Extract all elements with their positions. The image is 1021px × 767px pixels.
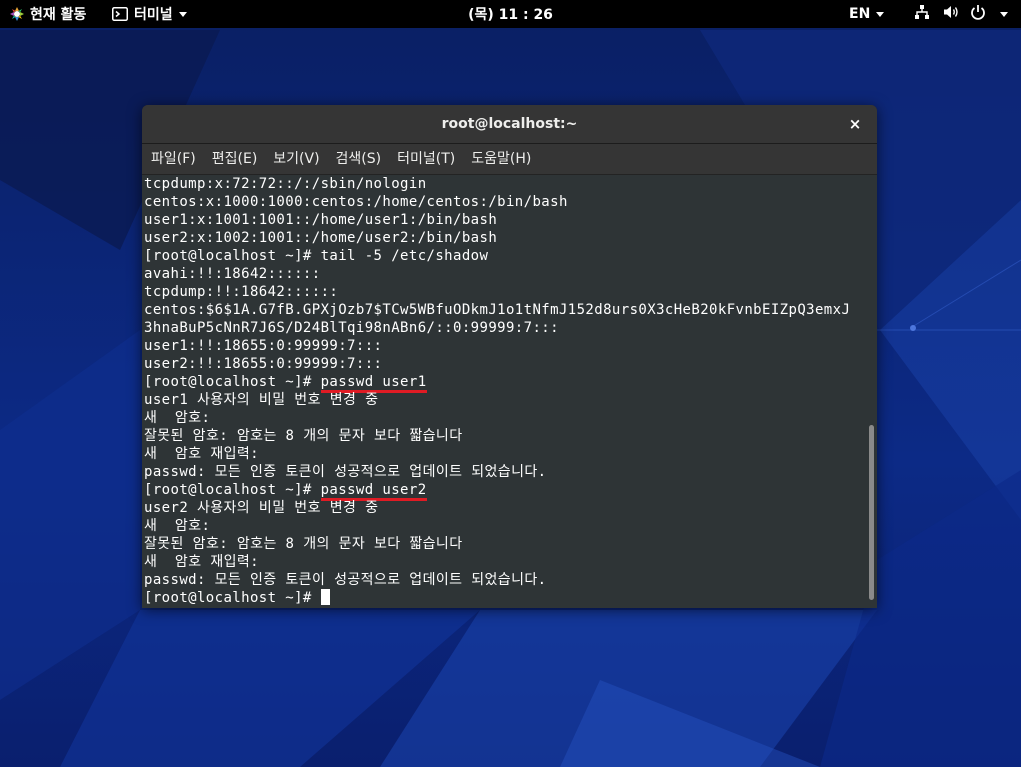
- window-titlebar[interactable]: root@localhost:~ ×: [142, 105, 877, 144]
- terminal-line: 3hnaBuP5cNnR7J6S/D24BlTqi98nABn6/::0:999…: [144, 320, 559, 336]
- terminal-line: tcpdump:x:72:72::/:/sbin/nologin: [144, 176, 427, 192]
- terminal-icon: [112, 7, 128, 21]
- terminal-line: 새 암호 재입력:: [144, 554, 259, 570]
- scrollbar[interactable]: [868, 175, 876, 608]
- terminal-line: user1 사용자의 비밀 번호 변경 중: [144, 392, 379, 408]
- terminal-line: 새 암호:: [144, 410, 211, 426]
- menu-help[interactable]: 도움말(H): [463, 144, 539, 174]
- prompt-line: [root@localhost ~]#: [144, 589, 868, 607]
- terminal-line: 잘못된 암호: 암호는 8 개의 문자 보다 짧습니다: [144, 536, 463, 552]
- terminal-line: 잘못된 암호: 암호는 8 개의 문자 보다 짧습니다: [144, 428, 463, 444]
- language-selector[interactable]: EN: [849, 0, 885, 28]
- menu-view[interactable]: 보기(V): [265, 144, 327, 174]
- terminal-output[interactable]: tcpdump:x:72:72::/:/sbin/nologin centos:…: [142, 175, 877, 608]
- menu-search[interactable]: 검색(S): [328, 144, 390, 174]
- chevron-down-icon: [876, 11, 885, 17]
- prompt: [root@localhost ~]#: [144, 374, 321, 390]
- terminal-line: centos:$6$1A.G7fB.GPXjOzb7$TCw5WBfuODkmJ…: [144, 302, 851, 318]
- menu-terminal[interactable]: 터미널(T): [389, 144, 463, 174]
- close-icon: ×: [848, 115, 862, 133]
- text-cursor: [320, 589, 330, 605]
- chevron-down-icon: [178, 11, 187, 17]
- desktop: 현재 활동 터미널 (목) 11 : 26 EN root@localhost:…: [0, 0, 1021, 767]
- app-menu-button[interactable]: 터미널: [112, 0, 187, 28]
- top-bar: 현재 활동 터미널 (목) 11 : 26 EN: [0, 0, 1021, 28]
- activities-label: 현재 활동: [30, 7, 87, 23]
- activities-icon: [10, 7, 24, 21]
- prompt-line: [root@localhost ~]# passwd user2: [144, 481, 868, 501]
- terminal-line: user2:x:1002:1001::/home/user2:/bin/bash: [144, 230, 498, 246]
- prompt-line: [root@localhost ~]# passwd user1: [144, 373, 868, 393]
- network-icon: [914, 4, 930, 24]
- chevron-down-icon: [1000, 11, 1008, 17]
- terminal-line: user1:x:1001:1001::/home/user1:/bin/bash: [144, 212, 498, 228]
- language-label: EN: [849, 6, 871, 22]
- menu-bar: 파일(F) 편집(E) 보기(V) 검색(S) 터미널(T) 도움말(H): [142, 144, 877, 175]
- prompt: [root@localhost ~]#: [144, 590, 321, 606]
- terminal-line: user2 사용자의 비밀 번호 변경 중: [144, 500, 379, 516]
- prompt: [root@localhost ~]#: [144, 482, 321, 498]
- window-title: root@localhost:~: [441, 116, 578, 132]
- terminal-line: 새 암호:: [144, 518, 211, 534]
- power-menu[interactable]: [970, 0, 1008, 28]
- volume-icon: [943, 4, 960, 24]
- network-indicator[interactable]: [914, 0, 930, 28]
- terminal-line: [root@localhost ~]# tail -5 /etc/shadow: [144, 248, 489, 264]
- volume-indicator[interactable]: [943, 0, 960, 28]
- menu-file[interactable]: 파일(F): [142, 144, 204, 174]
- terminal-line: 새 암호 재입력:: [144, 446, 259, 462]
- activities-button[interactable]: 현재 활동: [10, 0, 86, 28]
- terminal-line: tcpdump:!!:18642::::::: [144, 284, 339, 300]
- app-menu-label: 터미널: [134, 7, 173, 23]
- close-button[interactable]: ×: [843, 112, 867, 136]
- terminal-line: user2:!!:18655:0:99999:7:::: [144, 356, 383, 372]
- scrollbar-thumb[interactable]: [869, 425, 874, 600]
- terminal-line: passwd: 모든 인증 토큰이 성공적으로 업데이트 되었습니다.: [144, 572, 547, 588]
- menu-edit[interactable]: 편집(E): [204, 144, 266, 174]
- terminal-line: avahi:!!:18642::::::: [144, 266, 321, 282]
- clock[interactable]: (목) 11 : 26: [468, 4, 553, 24]
- terminal-window: root@localhost:~ × 파일(F) 편집(E) 보기(V) 검색(…: [142, 105, 877, 608]
- terminal-line: user1:!!:18655:0:99999:7:::: [144, 338, 383, 354]
- terminal-line: centos:x:1000:1000:centos:/home/centos:/…: [144, 194, 568, 210]
- terminal-lines: tcpdump:x:72:72::/:/sbin/nologin centos:…: [144, 175, 868, 607]
- power-icon: [970, 4, 986, 24]
- terminal-line: passwd: 모든 인증 토큰이 성공적으로 업데이트 되었습니다.: [144, 464, 547, 480]
